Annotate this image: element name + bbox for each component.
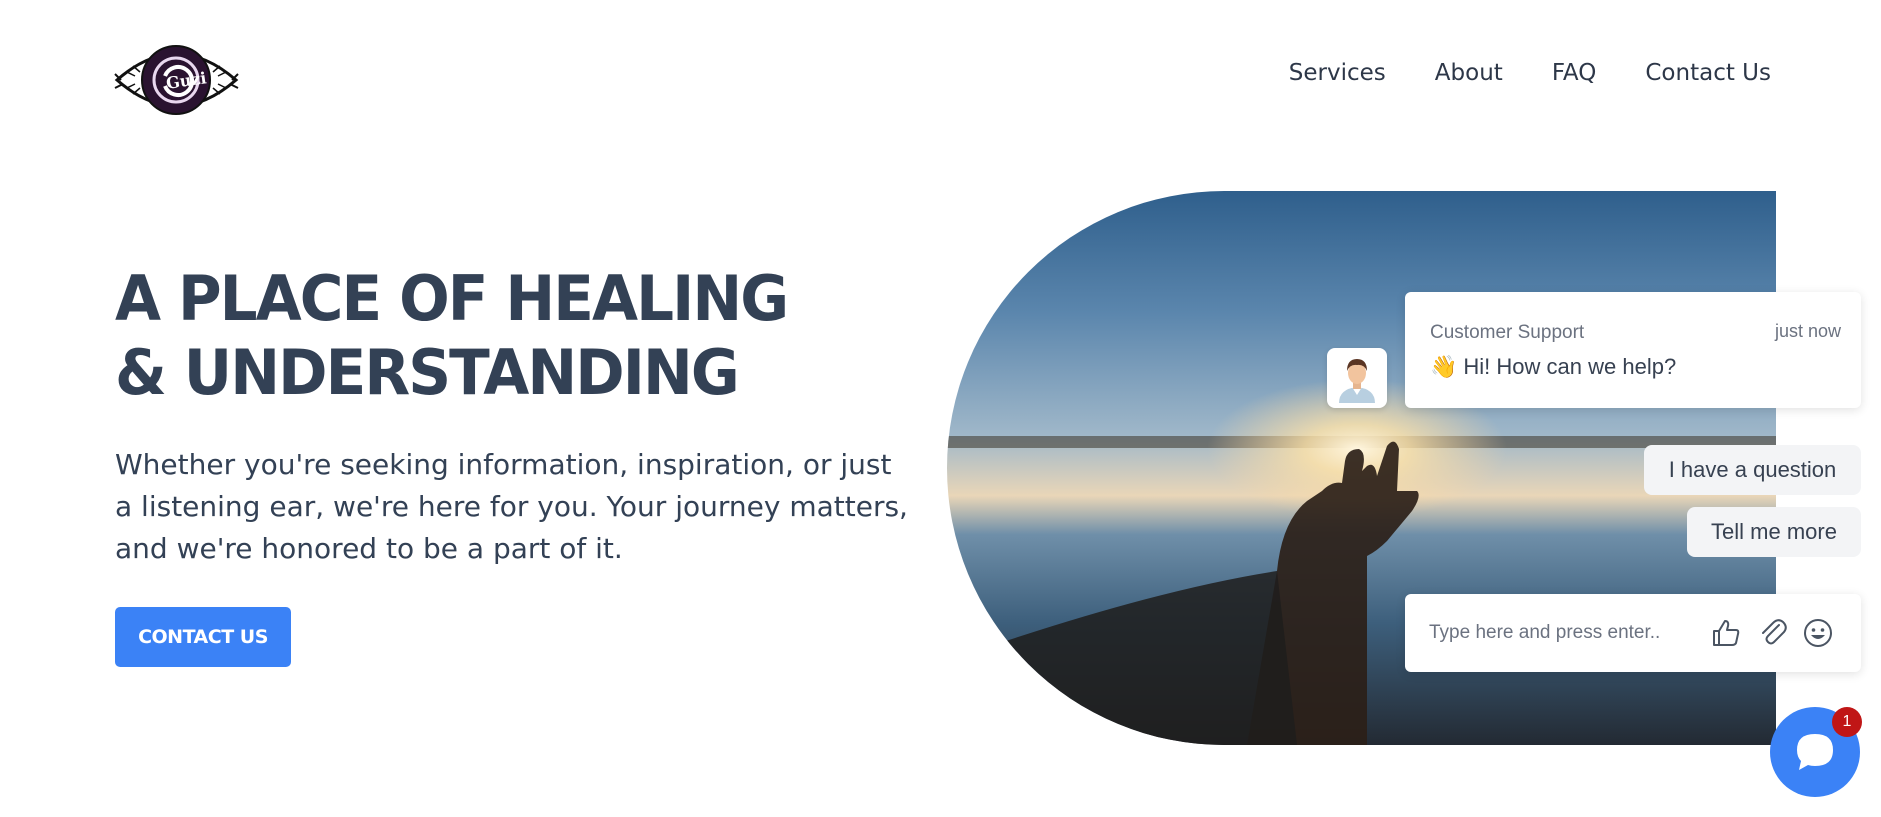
logo[interactable]: Guzi [113,36,240,124]
chat-message-card: Customer Support just now 👋 Hi! How can … [1405,292,1861,408]
nav-contact-link[interactable]: Contact Us [1645,60,1771,86]
hero-subtitle: Whether you're seeking information, insp… [115,448,908,565]
support-avatar [1327,348,1387,408]
support-agent-avatar-icon [1339,359,1375,403]
quick-reply-question[interactable]: I have a question [1644,445,1861,495]
unread-count-badge: 1 [1832,707,1862,737]
chat-bubble-icon [1797,734,1833,770]
chat-message: 👋 Hi! How can we help? [1430,354,1676,380]
nav-faq-link[interactable]: FAQ [1552,60,1597,86]
nav-services-link[interactable]: Services [1289,60,1386,86]
paperclip-icon[interactable] [1757,617,1789,649]
chat-timestamp: just now [1774,321,1841,341]
quick-reply-tell-more[interactable]: Tell me more [1687,507,1861,557]
main-nav: Services About FAQ Contact Us [1289,60,1771,86]
hero-title: A Place of Healing & Understanding [115,262,789,409]
chat-sender-name: Customer Support [1430,322,1585,343]
chat-message-text: Hi! How can we help? [1463,354,1677,379]
thumbs-up-icon[interactable] [1710,617,1742,649]
nav-about-link[interactable]: About [1435,60,1503,86]
waving-hand-icon: 👋 [1430,354,1458,379]
contact-us-button[interactable]: Contact Us [115,607,291,667]
chat-message-input[interactable] [1429,616,1684,650]
logo-eye-icon: Guzi [114,45,239,115]
chat-composer [1405,594,1861,672]
emoji-icon[interactable] [1802,617,1834,649]
